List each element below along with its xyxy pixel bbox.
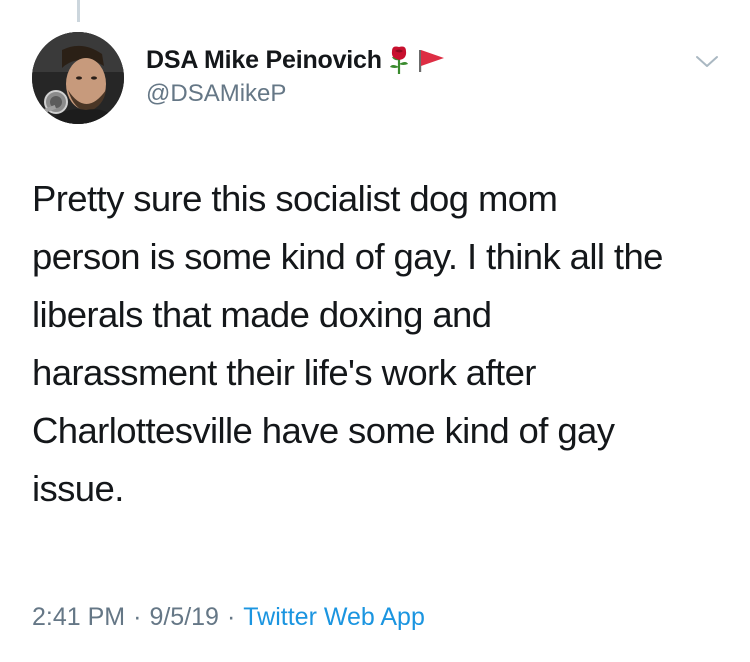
avatar-image: [32, 32, 124, 124]
red-flag-icon: [416, 46, 446, 74]
chevron-down-icon[interactable]: [694, 52, 720, 72]
tweet-time[interactable]: 2:41 PM: [32, 603, 125, 632]
thread-connector-line: [77, 0, 80, 22]
author-handle[interactable]: @DSAMikeP: [146, 80, 446, 108]
tweet-date[interactable]: 9/5/19: [149, 603, 219, 632]
rose-icon: [386, 45, 412, 75]
author-display-name[interactable]: DSA Mike Peinovich: [146, 46, 382, 75]
separator-dot: ·: [133, 603, 142, 631]
tweet-metadata: 2:41 PM · 9/5/19 · Twitter Web App: [32, 603, 425, 632]
tweet-author[interactable]: DSA Mike Peinovich @DSAMikeP: [146, 42, 446, 108]
tweet-text: Pretty sure this socialist dog mom perso…: [32, 178, 663, 509]
avatar[interactable]: [32, 32, 124, 124]
author-name-row: DSA Mike Peinovich: [146, 42, 446, 78]
tweet-source-link[interactable]: Twitter Web App: [243, 603, 425, 632]
separator-dot: ·: [226, 603, 236, 631]
